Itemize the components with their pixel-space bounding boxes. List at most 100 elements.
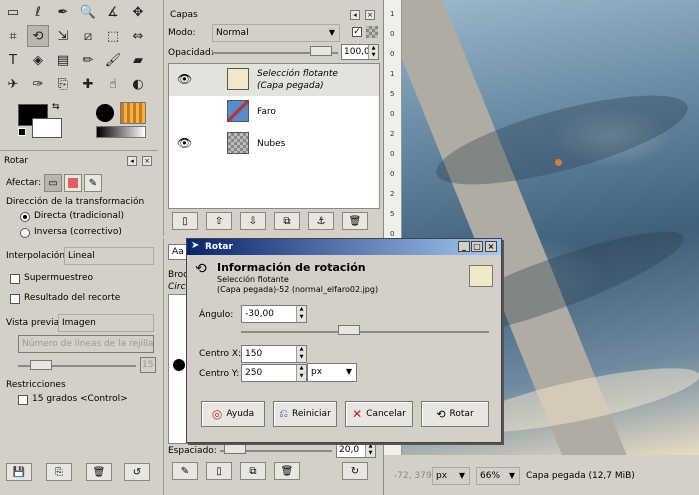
unit-select[interactable]: px ▼: [432, 467, 470, 485]
mode-select[interactable]: Normal ▼: [212, 24, 340, 42]
direction-forward-radio[interactable]: [20, 212, 30, 222]
spacing-slider-knob[interactable]: [224, 444, 246, 454]
delete-layer-button[interactable]: 🗑: [342, 212, 368, 230]
angle-input[interactable]: -30,00 ▲ ▼: [241, 305, 307, 323]
pencil-icon[interactable]: ✏: [77, 49, 99, 71]
center-y-spinner[interactable]: ▲ ▼: [296, 365, 306, 381]
anchor-layer-button[interactable]: ⚓: [308, 212, 334, 230]
heal-icon[interactable]: ✚: [77, 73, 99, 95]
layer-row[interactable]: 👁 Selección flotante (Capa pegada): [169, 64, 379, 96]
clip-result-label: Resultado del recorte: [24, 293, 121, 303]
layer-row[interactable]: Faro: [169, 96, 379, 128]
clone-icon[interactable]: ⎘: [52, 73, 74, 95]
center-x-spinner[interactable]: ▲ ▼: [296, 346, 306, 362]
crop-icon[interactable]: ⌗: [2, 25, 24, 47]
eye-icon[interactable]: 👁: [177, 136, 192, 150]
reset-options-button[interactable]: ↺: [124, 463, 150, 481]
minimize-icon[interactable]: _: [458, 241, 470, 252]
maximize-icon[interactable]: □: [471, 241, 483, 252]
delete-brush-button[interactable]: 🗑: [274, 462, 300, 480]
rotate-button[interactable]: ⟲ Rotar: [421, 401, 489, 427]
delete-options-button[interactable]: 🗑: [86, 463, 112, 481]
rotation-center-marker[interactable]: [555, 159, 562, 166]
dialog-titlebar[interactable]: ➤ Rotar _ □ ×: [187, 239, 501, 255]
clip-result-checkbox[interactable]: [10, 294, 20, 304]
direction-backward-radio[interactable]: [20, 228, 30, 238]
new-brush-button[interactable]: ▯: [206, 462, 232, 480]
affect-selection-button[interactable]: [64, 174, 82, 192]
perspective-icon[interactable]: ⬚: [102, 25, 124, 47]
supersample-checkbox[interactable]: [10, 274, 20, 284]
spacing-input[interactable]: 20,0 ▲ ▼: [336, 442, 376, 458]
affect-layer-button[interactable]: ▭: [44, 174, 62, 192]
zoom-select[interactable]: 66% ▼: [476, 467, 520, 485]
duplicate-layer-button[interactable]: ⧉: [274, 212, 300, 230]
panel-menu-icon[interactable]: ◂: [127, 156, 137, 166]
rect-select-icon[interactable]: ▭: [2, 1, 24, 23]
duplicate-brush-button[interactable]: ⧉: [240, 462, 266, 480]
flip-icon[interactable]: ⇔: [127, 25, 149, 47]
preview-select[interactable]: Imagen: [58, 314, 154, 332]
bucket-icon[interactable]: ◈: [27, 49, 49, 71]
new-layer-button[interactable]: ▯: [172, 212, 198, 230]
close-icon[interactable]: ×: [485, 241, 497, 252]
bg-color-swatch[interactable]: [32, 118, 62, 138]
angle-slider-track[interactable]: [241, 331, 489, 333]
swap-colors-icon[interactable]: ⇆: [52, 102, 60, 112]
interpolation-select[interactable]: Lineal: [64, 247, 154, 265]
angle-spinner[interactable]: ▲ ▼: [296, 306, 306, 322]
zoom-icon[interactable]: 🔍: [77, 1, 99, 23]
reset-button[interactable]: ⎌ Reiniciar: [273, 401, 337, 427]
eraser-icon[interactable]: ▰: [127, 49, 149, 71]
layer-row[interactable]: 👁 Nubes: [169, 128, 379, 160]
grid-lines-slider-knob[interactable]: [30, 360, 52, 370]
opacity-value: 100,0: [344, 47, 370, 57]
scale-icon[interactable]: ⇲: [52, 25, 74, 47]
save-options-button[interactable]: 💾: [6, 463, 32, 481]
affect-path-button[interactable]: ✎: [84, 174, 102, 192]
opacity-slider-knob[interactable]: [310, 46, 332, 56]
layers-close-icon[interactable]: ×: [365, 10, 375, 20]
raise-layer-button[interactable]: ⇧: [206, 212, 232, 230]
brush-preview-icon[interactable]: [96, 104, 114, 122]
center-unit-select[interactable]: px ▼: [307, 363, 357, 382]
dodge-icon[interactable]: ◐: [127, 73, 149, 95]
default-colors-icon[interactable]: [18, 128, 26, 136]
move-icon[interactable]: ✥: [127, 1, 149, 23]
eye-icon[interactable]: 👁: [177, 72, 192, 86]
rotate-icon[interactable]: ⟲: [27, 25, 49, 47]
opacity-spinner[interactable]: ▲ ▼: [368, 45, 378, 59]
restrict-15-checkbox[interactable]: [18, 395, 28, 405]
keep-transparency-checkbox[interactable]: ✓: [352, 27, 362, 37]
blend-icon[interactable]: ▤: [52, 49, 74, 71]
measure-icon[interactable]: ∡: [102, 1, 124, 23]
center-x-input[interactable]: 150 ▲ ▼: [241, 345, 307, 363]
dialog-sub2: (Capa pegada)-52 (normal_elfaro02.jpg): [217, 285, 379, 294]
smudge-icon[interactable]: ☝: [102, 73, 124, 95]
color-picker-icon[interactable]: ✒: [52, 1, 74, 23]
pattern-preview-icon[interactable]: [120, 102, 146, 124]
lasso-icon[interactable]: ℓ: [27, 1, 49, 23]
direction-backward-label: Inversa (correctivo): [34, 227, 122, 237]
airbrush-icon[interactable]: ✈: [2, 73, 24, 95]
edit-brush-button[interactable]: ✎: [172, 462, 198, 480]
panel-close-icon[interactable]: ×: [142, 156, 152, 166]
help-button[interactable]: ◎ Ayuda: [201, 401, 265, 427]
lower-layer-button[interactable]: ⇩: [240, 212, 266, 230]
ink-icon[interactable]: ✑: [27, 73, 49, 95]
spacing-spinner[interactable]: ▲ ▼: [365, 443, 375, 457]
cancel-button[interactable]: ✕ Cancelar: [345, 401, 413, 427]
opacity-input[interactable]: 100,0 ▲ ▼: [341, 44, 379, 60]
text-icon[interactable]: T: [2, 49, 24, 71]
rotate-button-label: Rotar: [449, 409, 474, 419]
floating-selection-thumbnail: [227, 68, 249, 90]
center-y-input[interactable]: 250 ▲ ▼: [241, 364, 307, 382]
restore-options-button[interactable]: ⎘: [46, 463, 72, 481]
layers-menu-icon[interactable]: ◂: [350, 10, 360, 20]
refresh-brushes-button[interactable]: ↻: [342, 462, 368, 480]
brush-dot-icon[interactable]: [173, 359, 185, 371]
angle-slider-knob[interactable]: [338, 325, 361, 335]
brush-icon[interactable]: 🖌: [102, 49, 124, 71]
gradient-preview-icon[interactable]: [96, 126, 146, 138]
shear-icon[interactable]: ⧄: [77, 25, 99, 47]
